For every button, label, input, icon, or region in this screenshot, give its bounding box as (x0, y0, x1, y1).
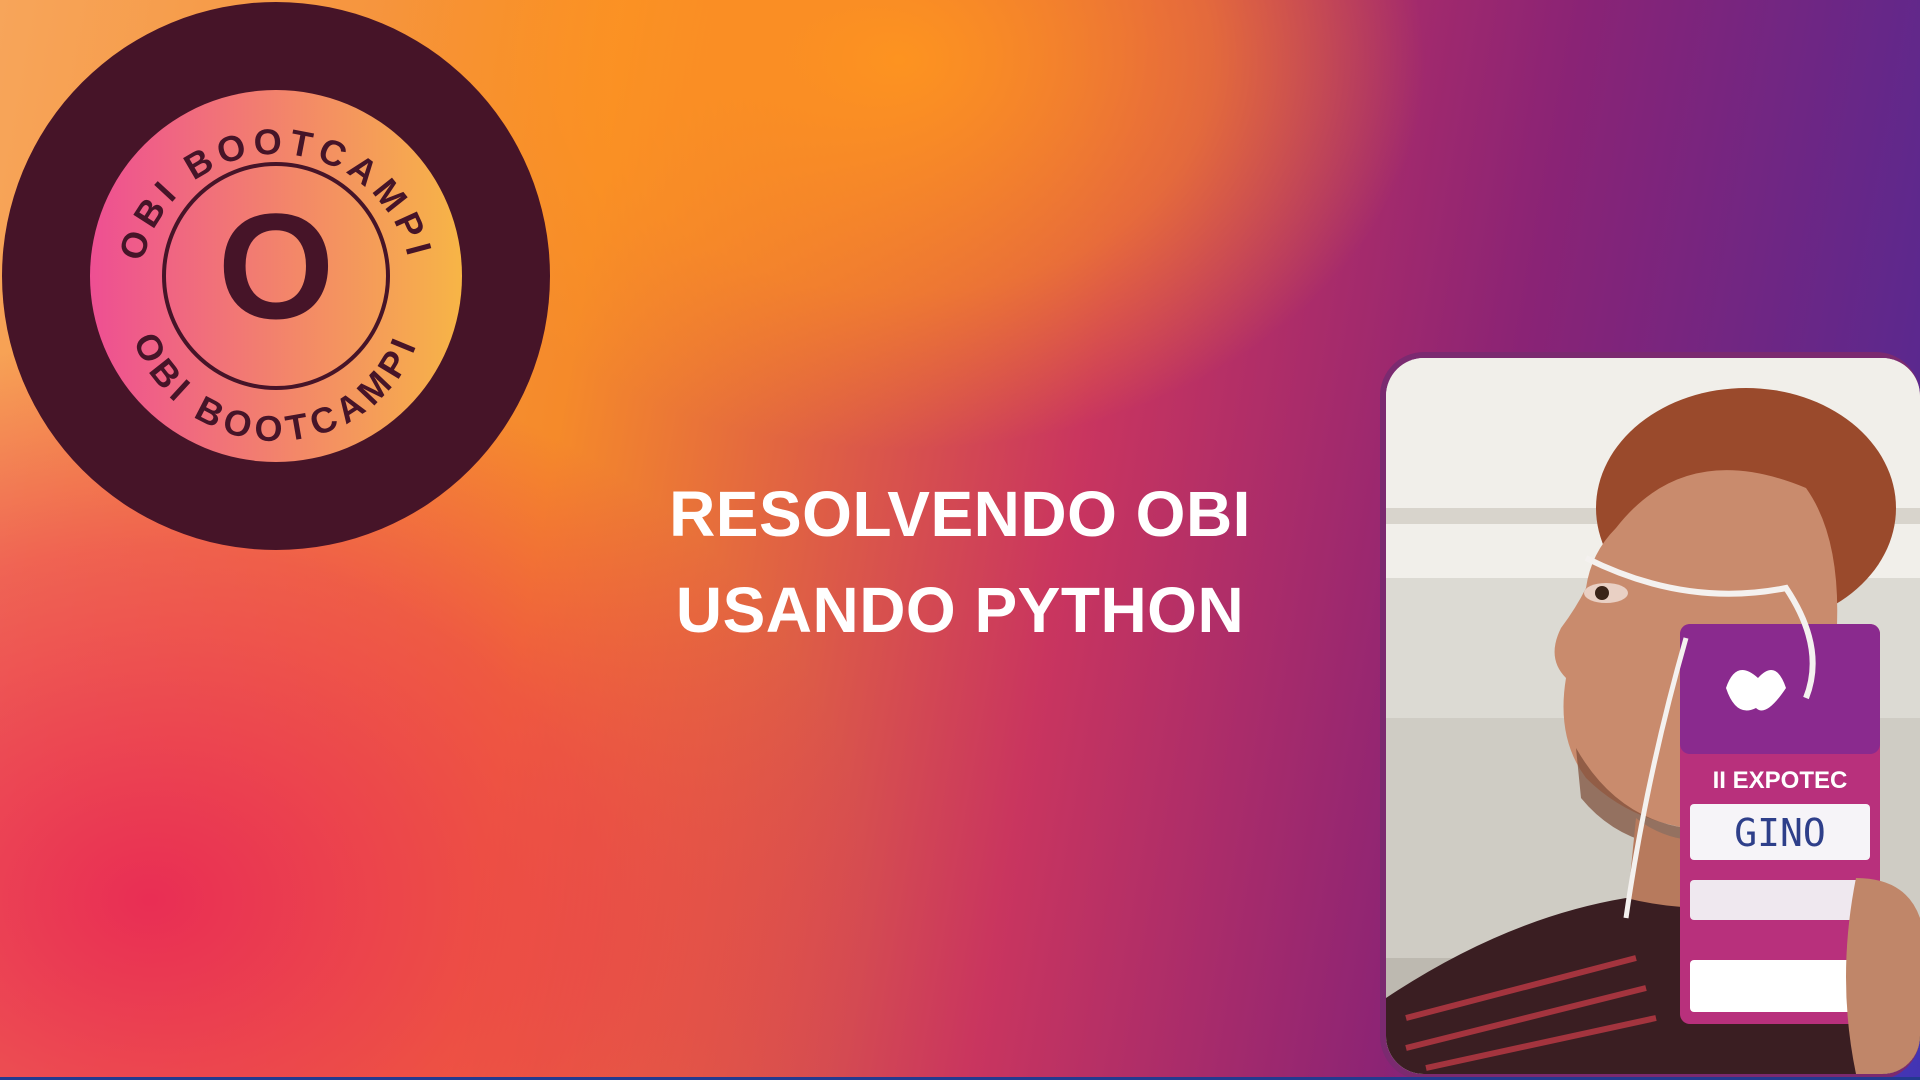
person-illustration: II EXPOTEC GINO (1386, 358, 1920, 1074)
profile-photo: II EXPOTEC GINO (1386, 358, 1920, 1074)
obi-bootcamp-badge: OBI BOOTCAMPI OBI BOOTCAMPI O (0, 0, 552, 552)
badge-graphic: OBI BOOTCAMPI OBI BOOTCAMPI O (2, 2, 550, 550)
name-tag-event: II EXPOTEC (1713, 767, 1848, 794)
title-line-1: RESOLVENDO OBI (669, 478, 1251, 550)
slide: OBI BOOTCAMPI OBI BOOTCAMPI O RESOLVENDO… (0, 0, 1920, 1080)
title-line-2: USANDO PYTHON (675, 574, 1245, 646)
name-tag-name: GINO (1734, 811, 1826, 855)
page-title: RESOLVENDO OBI USANDO PYTHON (600, 466, 1320, 658)
badge-letter: O (218, 182, 335, 350)
profile-photo-card: II EXPOTEC GINO (1380, 352, 1920, 1080)
